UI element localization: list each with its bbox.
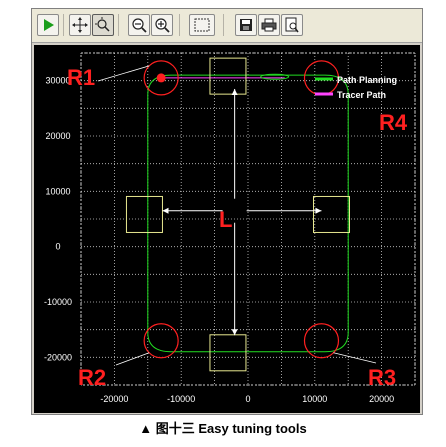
- start-point-marker: [156, 73, 166, 83]
- r3-circle: [303, 323, 340, 359]
- l-label: L: [219, 207, 232, 232]
- select-box-button[interactable]: [189, 14, 215, 36]
- x-tick-label: 10000: [302, 394, 327, 404]
- plot-area[interactable]: -20000 -10000 0 10000 20000 30000 20000 10000 0-…: [34, 45, 420, 413]
- toolbar-separator: [179, 14, 180, 36]
- l-arrowhead-right: [315, 207, 322, 214]
- y-tick-label: -20000: [44, 352, 72, 362]
- y-tick-label: 0: [55, 242, 60, 252]
- toolbar-separator: [118, 14, 119, 36]
- zoom-in-button[interactable]: [151, 14, 173, 36]
- run-button[interactable]: [37, 14, 59, 36]
- y-tick-label: 20000: [45, 131, 70, 141]
- zoom-out-button[interactable]: [128, 14, 150, 36]
- pan-button[interactable]: [69, 14, 91, 36]
- legend-label-tracer-path: Tracer Path: [337, 90, 386, 100]
- r1-pointer: [97, 65, 150, 82]
- print-icon: [261, 18, 277, 32]
- l-arrowhead-left: [162, 207, 169, 214]
- l-box-right: [313, 195, 350, 233]
- x-tick-label: 20000: [369, 394, 394, 404]
- toolbar-separator: [63, 14, 64, 36]
- toolbar-separator: [223, 14, 224, 36]
- legend-label-path-planning: Path Planning: [337, 75, 397, 85]
- r2-pointer: [115, 352, 150, 366]
- select-box-icon: [194, 18, 210, 32]
- l-box-bottom: [209, 334, 247, 372]
- save-button[interactable]: [235, 14, 257, 36]
- l-arrowhead-up: [231, 88, 238, 95]
- chart-window: -20000 -10000 0 10000 20000 30000 20000 10000 0-…: [31, 8, 423, 415]
- zoom-fit-icon: [95, 17, 110, 32]
- r3-label: R3: [368, 365, 396, 390]
- xy-chart: -20000 -10000 0 10000 200003000020000100000-…: [44, 52, 416, 404]
- print-preview-button[interactable]: [281, 14, 303, 36]
- r3-pointer: [333, 352, 377, 364]
- toolbar: [32, 9, 422, 43]
- run-icon: [44, 19, 54, 31]
- save-icon: [240, 19, 252, 31]
- y-tick-label: -10000: [44, 297, 72, 307]
- r4-label: R4: [379, 110, 408, 135]
- r2-label: R2: [78, 365, 106, 390]
- x-tick-label: 0: [245, 394, 250, 404]
- print-button[interactable]: [258, 14, 280, 36]
- y-tick-label: 10000: [45, 186, 70, 196]
- zoom-fit-button[interactable]: [92, 14, 114, 36]
- zoom-in-icon: [155, 18, 170, 33]
- l-box-top: [209, 57, 247, 95]
- l-box-left: [125, 195, 163, 233]
- r1-label: R1: [67, 65, 95, 90]
- pan-icon: [72, 17, 88, 33]
- figure-caption: ▲ 图十三 Easy tuning tools: [139, 421, 307, 436]
- zoom-out-icon: [132, 18, 147, 33]
- print-preview-icon: [285, 17, 299, 33]
- x-tick-label: -10000: [167, 394, 195, 404]
- x-tick-label: -20000: [100, 394, 128, 404]
